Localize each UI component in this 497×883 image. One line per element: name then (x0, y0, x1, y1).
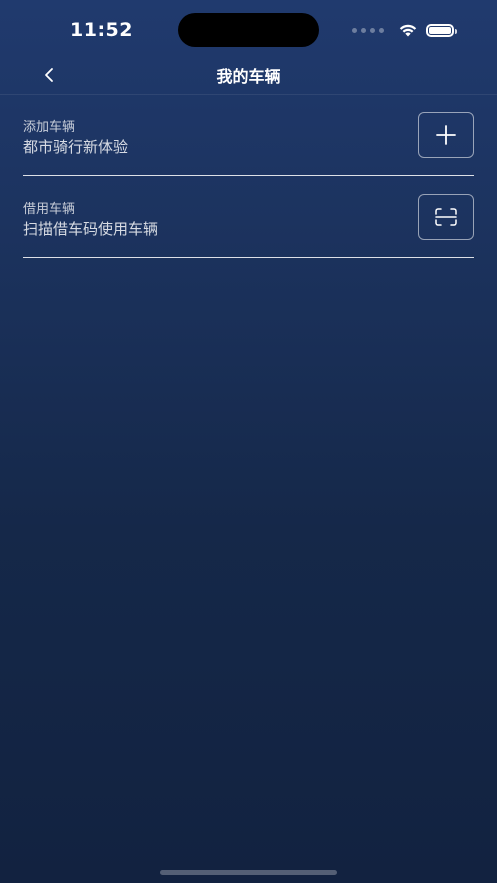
borrow-vehicle-description: 扫描借车码使用车辆 (23, 220, 159, 238)
borrow-vehicle-row[interactable]: 借用车辆 扫描借车码使用车辆 (23, 176, 474, 258)
status-time: 11:52 (70, 19, 133, 41)
borrow-vehicle-label: 借用车辆 (23, 202, 76, 217)
page-title: 我的车辆 (216, 67, 281, 86)
status-icons (352, 21, 457, 39)
cellular-signal-icon (352, 27, 384, 33)
wifi-icon (399, 24, 417, 36)
status-bar: 11:52 (0, 0, 497, 60)
dynamic-island (178, 13, 319, 47)
add-vehicle-row[interactable]: 添加车辆 都市骑行新体验 (23, 94, 474, 176)
battery-level (429, 26, 451, 34)
add-vehicle-description: 都市骑行新体验 (23, 138, 129, 156)
plus-icon (436, 125, 456, 145)
navigation-bar: 我的车辆 (0, 56, 497, 95)
scan-vehicle-button[interactable] (418, 194, 474, 240)
battery-icon (426, 23, 457, 37)
add-vehicle-button[interactable] (418, 112, 474, 158)
add-vehicle-label: 添加车辆 (23, 120, 76, 135)
home-indicator[interactable] (160, 870, 337, 875)
scan-icon (435, 208, 457, 226)
